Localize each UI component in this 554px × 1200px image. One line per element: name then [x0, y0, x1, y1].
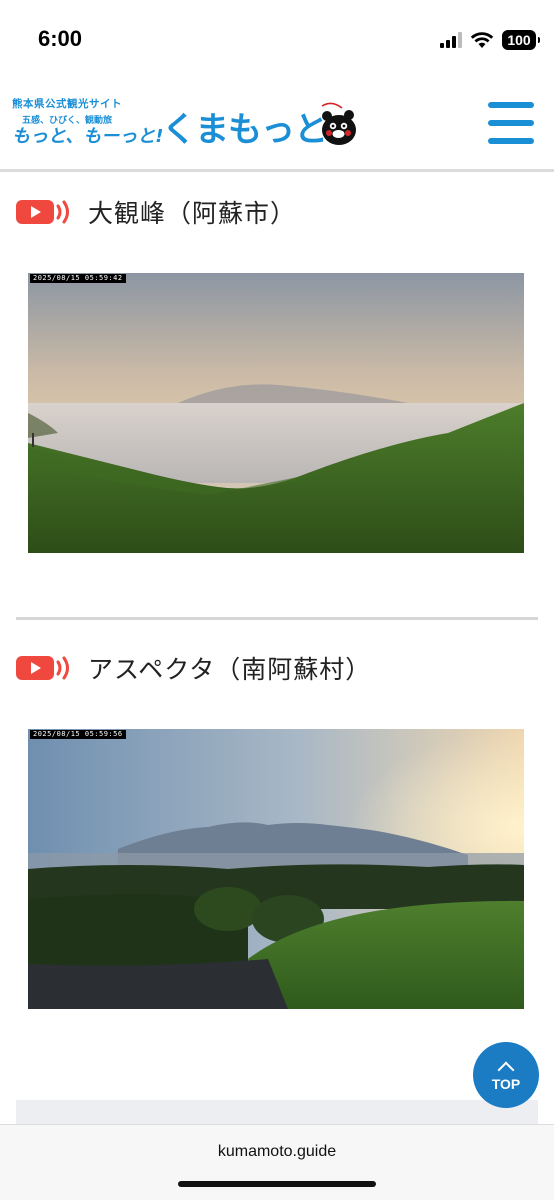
status-time: 6:00	[38, 26, 83, 51]
browser-address-bar[interactable]: kumamoto.guide	[0, 1124, 554, 1200]
camera-heading: アスペクタ（南阿蘇村）	[16, 648, 371, 688]
status-bar: 6:00 100	[0, 0, 554, 80]
battery-icon: 100	[502, 30, 540, 50]
signal-icon	[440, 32, 462, 48]
camera-timestamp: 2025/08/15 05:59:42	[30, 274, 126, 283]
url-text: kumamoto.guide	[217, 1143, 337, 1160]
wifi-icon	[470, 32, 494, 48]
daikanbo-scenery	[28, 273, 524, 553]
kumamon-mascot-icon	[321, 102, 356, 145]
camera-title: アスペクタ（南阿蘇村）	[88, 655, 372, 684]
camera-live-image[interactable]: 2025/08/15 05:59:42	[28, 273, 524, 553]
live-camera-icon	[16, 200, 69, 224]
menu-bar	[488, 138, 534, 144]
home-indicator	[178, 1181, 376, 1187]
section-divider	[16, 617, 538, 620]
live-camera-icon	[16, 656, 69, 680]
site-header: 熊本県公式観光サイト 五感、ひびく、観動旅 もっと、もーっと! くまもっと。	[0, 80, 554, 172]
aspecta-scenery	[28, 729, 524, 1009]
hamburger-menu-icon[interactable]	[488, 102, 534, 144]
back-to-top-button[interactable]: TOP	[473, 1042, 539, 1108]
camera-title: 大観峰（阿蘇市）	[88, 199, 297, 228]
site-logo[interactable]: 熊本県公式観光サイト 五感、ひびく、観動旅 もっと、もーっと! くまもっと。	[12, 96, 372, 166]
logo-tagline: もっと、もーっと!	[12, 126, 164, 147]
camera-timestamp: 2025/08/15 05:59:56	[30, 730, 126, 739]
menu-bar	[488, 120, 534, 126]
menu-bar	[488, 102, 534, 108]
camera-live-image[interactable]: 2025/08/15 05:59:56	[28, 729, 524, 1009]
camera-heading: 大観峰（阿蘇市）	[16, 192, 296, 232]
status-icons: 100	[440, 30, 540, 50]
